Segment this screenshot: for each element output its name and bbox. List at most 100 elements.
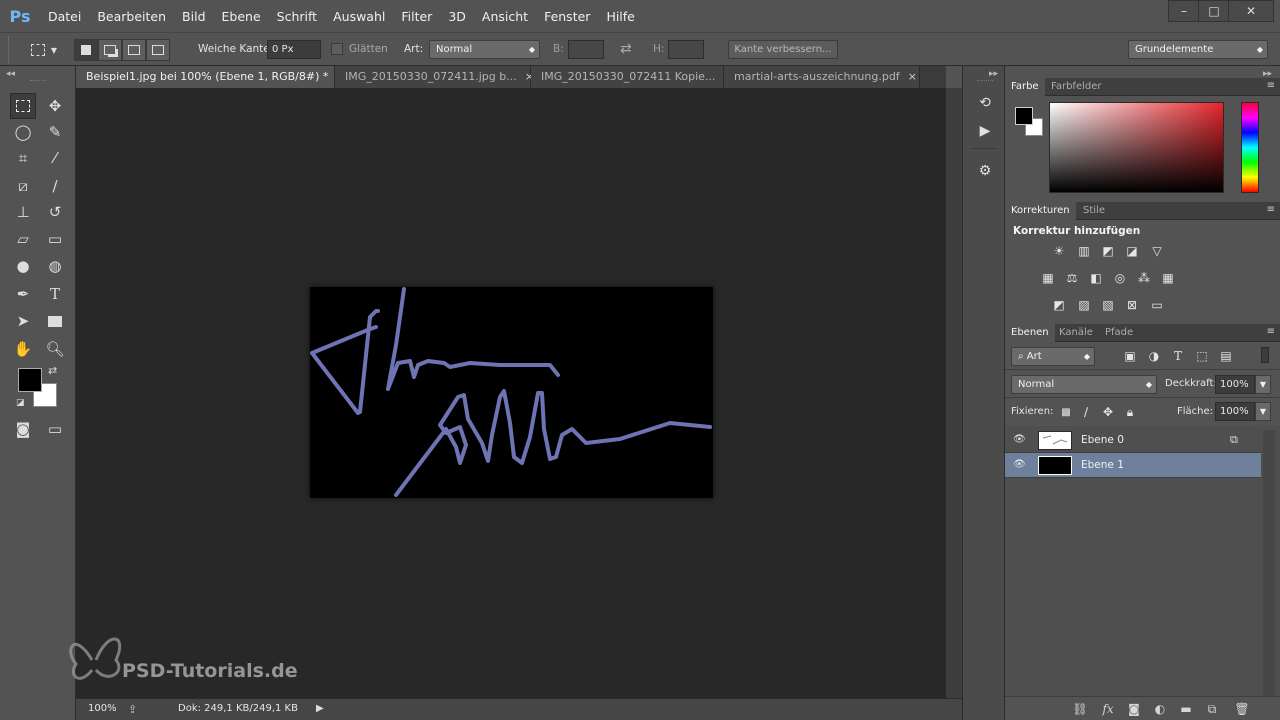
brush-tool[interactable]: ∕ [42, 173, 68, 199]
vertical-scrollbar[interactable] [946, 88, 962, 698]
marquee-preset-picker[interactable]: ▼ [22, 39, 66, 61]
opacity-input[interactable]: 100% [1215, 375, 1255, 394]
feather-input[interactable]: 0 Px [267, 40, 321, 59]
menu-bearbeiten[interactable]: Bearbeiten [89, 9, 174, 24]
menu-fenster[interactable]: Fenster [536, 9, 598, 24]
minimize-button[interactable]: – [1168, 0, 1200, 22]
new-group-icon[interactable]: ▬ [1177, 701, 1195, 717]
eye-icon[interactable]: 👁︎ [1013, 459, 1027, 471]
default-colors-icon[interactable]: ◪ [16, 398, 25, 408]
zoom-tool[interactable]: 🔍︎ [42, 336, 68, 362]
lock-position-icon[interactable]: ✥ [1099, 404, 1117, 420]
dodge-tool[interactable]: ◍ [42, 253, 68, 279]
vibrance-icon[interactable]: ▽ [1148, 243, 1166, 259]
properties-panel-button[interactable]: ⚙ [972, 158, 998, 184]
layer-row[interactable]: 👁︎ Ebene 0 ⧉ [1005, 428, 1261, 453]
photo-filter-icon[interactable]: ◎ [1111, 270, 1129, 286]
menu-ebene[interactable]: Ebene [214, 9, 269, 24]
document-image[interactable] [310, 287, 713, 498]
clone-stamp-tool[interactable]: ⊥ [10, 199, 36, 225]
menu-auswahl[interactable]: Auswahl [325, 9, 393, 24]
width-input[interactable] [568, 40, 604, 59]
new-layer-icon[interactable]: ⧉ [1203, 701, 1221, 717]
menu-hilfe[interactable]: Hilfe [598, 9, 642, 24]
menu-bild[interactable]: Bild [174, 9, 213, 24]
threshold-icon[interactable]: ▧ [1099, 297, 1117, 313]
toolbar-grip[interactable] [30, 80, 46, 82]
refine-edge-button[interactable]: Kante verbessern... [728, 40, 838, 59]
add-selection-button[interactable] [98, 39, 122, 61]
levels-icon[interactable]: ▥ [1075, 243, 1093, 259]
lock-pixels-icon[interactable]: ∕ [1077, 404, 1095, 420]
eraser-tool[interactable]: ▱ [10, 226, 36, 252]
lock-transparency-icon[interactable]: ▩ [1057, 404, 1075, 420]
brightness-icon[interactable]: ☀ [1050, 243, 1068, 259]
expand-dock-icon[interactable]: ▸▸ [989, 69, 998, 79]
swap-dimensions-icon[interactable]: ⇄ [620, 41, 632, 57]
tab-farbe[interactable]: Farbe [1005, 78, 1045, 96]
panel-menu-icon[interactable]: ≡ [1267, 326, 1275, 337]
tab-img-20150330[interactable]: IMG_20150330_072411.jpg b... × [335, 66, 534, 88]
rectangle-tool[interactable] [42, 308, 68, 334]
hand-tool[interactable]: ✋ [10, 336, 36, 362]
path-selection-tool[interactable]: ➤ [10, 308, 36, 334]
add-mask-icon[interactable]: ◙ [1125, 701, 1143, 717]
menu-filter[interactable]: Filter [393, 9, 440, 24]
channel-mixer-icon[interactable]: ⁂ [1135, 270, 1153, 286]
quick-selection-tool[interactable]: ✎ [42, 119, 68, 145]
style-select[interactable]: Normal ◆ [429, 40, 540, 59]
tab-kanaele[interactable]: Kanäle [1053, 324, 1099, 342]
intersect-selection-button[interactable] [146, 39, 170, 61]
layer-name[interactable]: Ebene 1 [1081, 459, 1124, 471]
status-menu-arrow-icon[interactable]: ▶ [316, 703, 324, 714]
color-balance-icon[interactable]: ⚖ [1063, 270, 1081, 286]
posterize-icon[interactable]: ▨ [1075, 297, 1093, 313]
tab-martial-arts[interactable]: martial-arts-auszeichnung.pdf × [724, 66, 920, 88]
type-tool[interactable]: T [42, 281, 68, 307]
pen-tool[interactable]: ✒ [10, 281, 36, 307]
height-input[interactable] [668, 40, 704, 59]
eyedropper-tool[interactable]: ⁄ [42, 145, 68, 171]
color-lookup-icon[interactable]: ▦ [1159, 270, 1177, 286]
tab-beispiel1[interactable]: Beispiel1.jpg bei 100% (Ebene 1, RGB/8#)… [76, 66, 346, 88]
color-field[interactable] [1049, 102, 1224, 193]
canvas-area[interactable] [76, 88, 946, 698]
foreground-swatch[interactable] [1015, 107, 1033, 125]
history-panel-button[interactable]: ⟲ [972, 90, 998, 116]
delete-layer-icon[interactable]: 🗑︎ [1233, 701, 1251, 717]
blur-tool[interactable]: ● [10, 253, 36, 279]
curves-icon[interactable]: ◩ [1099, 243, 1117, 259]
tab-ebenen[interactable]: Ebenen [1005, 324, 1055, 342]
tab-stile[interactable]: Stile [1077, 202, 1111, 220]
options-grip[interactable] [8, 36, 12, 64]
collapse-toolbar-icon[interactable]: ◂◂ [6, 69, 15, 79]
move-tool[interactable]: ✥ [42, 93, 68, 119]
menu-ansicht[interactable]: Ansicht [474, 9, 536, 24]
panel-menu-icon[interactable]: ≡ [1267, 80, 1275, 91]
invert-icon[interactable]: ◩ [1050, 297, 1068, 313]
hue-saturation-icon[interactable]: ▦ [1039, 270, 1057, 286]
black-white-icon[interactable]: ◧ [1087, 270, 1105, 286]
maximize-button[interactable]: □ [1198, 0, 1230, 22]
blend-mode-select[interactable]: Normal ◆ [1011, 375, 1157, 394]
hue-slider[interactable] [1241, 102, 1259, 193]
workspace-select[interactable]: Grundelemente ◆ [1128, 40, 1268, 59]
fill-dropdown-icon[interactable]: ▼ [1255, 402, 1271, 421]
tab-farbfelder[interactable]: Farbfelder [1045, 78, 1107, 96]
fill-input[interactable]: 100% [1215, 402, 1255, 421]
link-layers-icon[interactable]: ⛓ [1071, 701, 1089, 717]
layer-style-icon[interactable]: fx [1099, 701, 1117, 717]
dock-grip[interactable] [977, 80, 993, 81]
filter-pixel-icon[interactable]: ▣ [1121, 348, 1139, 364]
selective-color-icon[interactable]: ⊠ [1123, 297, 1141, 313]
crop-tool[interactable]: ⌗ [10, 145, 36, 171]
healing-brush-tool[interactable]: ⧄ [10, 173, 36, 199]
screen-mode-button[interactable]: ▭ [42, 416, 68, 442]
layer-filter-select[interactable]: ⌕ Art ◆ [1011, 347, 1095, 366]
antialias-checkbox[interactable] [331, 43, 343, 55]
filter-shape-icon[interactable]: ⬚ [1193, 348, 1211, 364]
subtract-selection-button[interactable] [122, 39, 146, 61]
tab-img-kopie[interactable]: IMG_20150330_072411 Kopie...× [531, 66, 733, 88]
quick-mask-button[interactable]: ◙ [10, 416, 36, 442]
filter-adjustment-icon[interactable]: ◑ [1145, 348, 1163, 364]
